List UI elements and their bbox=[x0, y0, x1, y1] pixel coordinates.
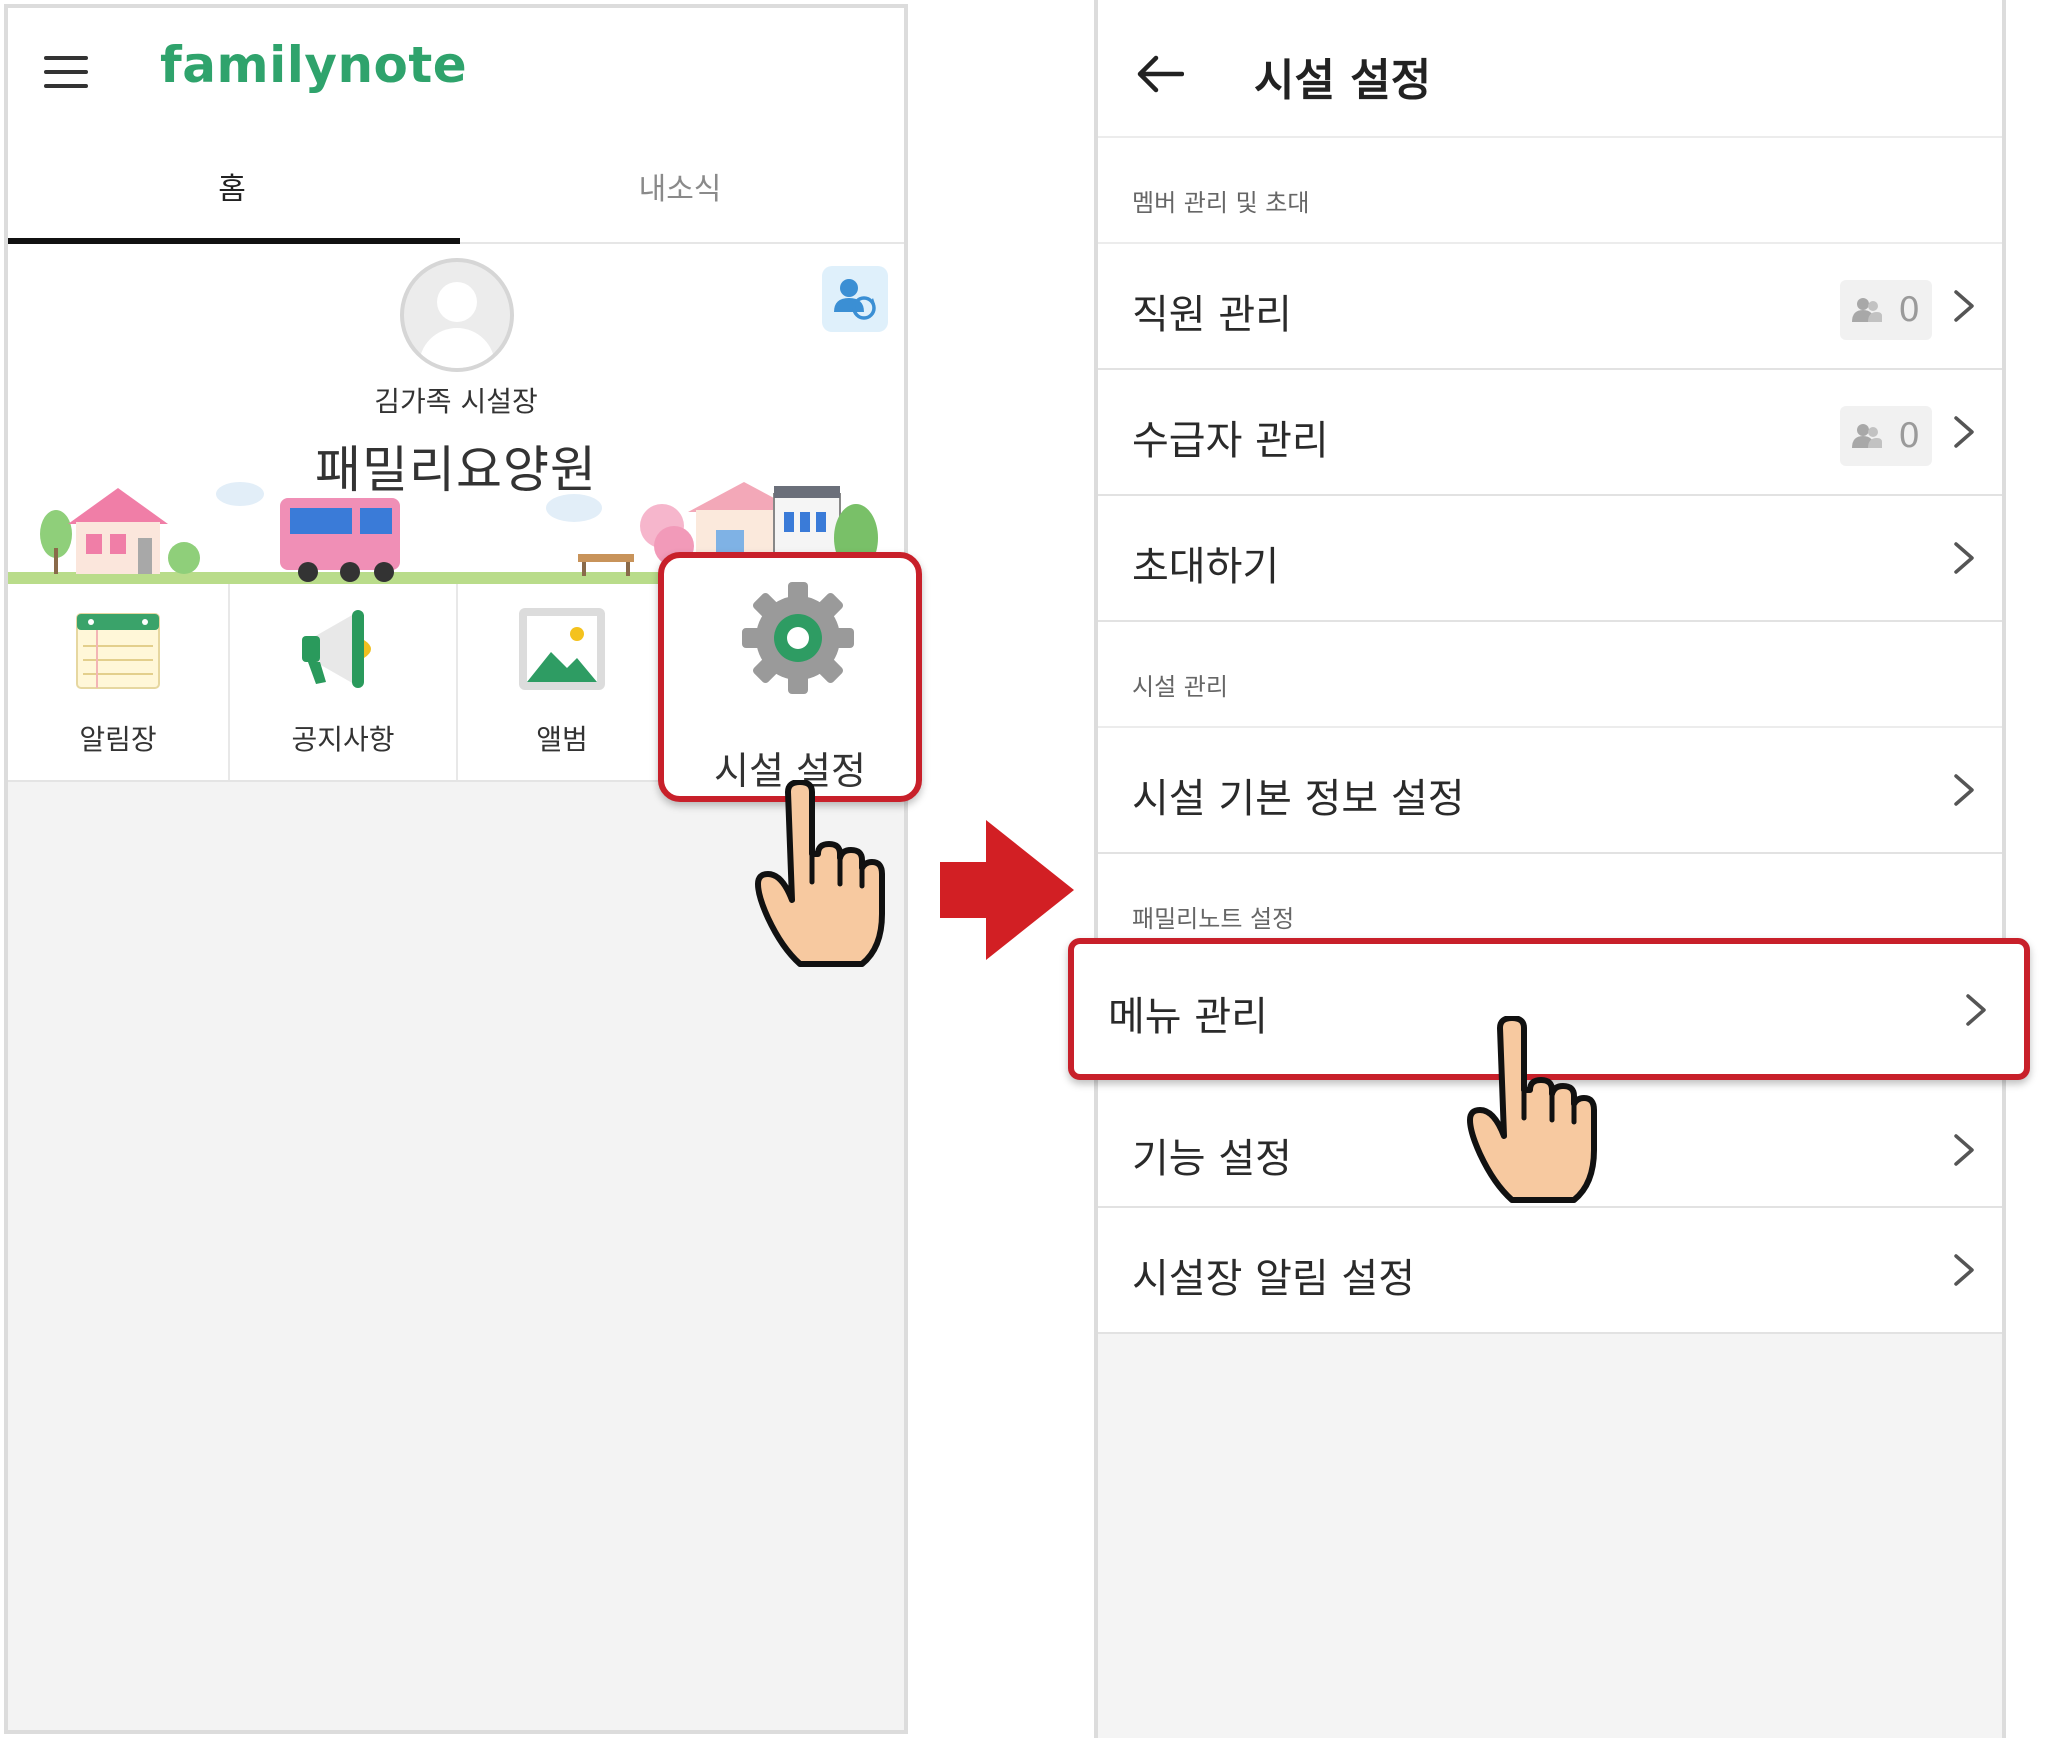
row-label: 수급자 관리 bbox=[1132, 418, 1329, 464]
settings-header: 시설 설정 bbox=[1098, 0, 2002, 138]
chevron-right-icon bbox=[1954, 1254, 1974, 1286]
tab-bar: 홈 내소식 bbox=[8, 138, 904, 244]
tab-my-news[interactable]: 내소식 bbox=[456, 138, 904, 242]
megaphone-icon bbox=[302, 610, 371, 688]
menu-album[interactable]: 앨범 bbox=[458, 584, 668, 780]
section-header-facility: 시설 관리 bbox=[1098, 622, 2002, 728]
row-label: 기능 설정 bbox=[1132, 1136, 1292, 1182]
chevron-right-icon bbox=[1954, 542, 1974, 574]
facility-basic-info-row[interactable]: 시설 기본 정보 설정 bbox=[1098, 728, 2002, 854]
app-logo: familynote bbox=[160, 36, 468, 94]
back-arrow-icon[interactable] bbox=[1136, 54, 1184, 94]
row-label: 초대하기 bbox=[1132, 544, 1280, 590]
menu-label: 공지사항 bbox=[291, 723, 395, 756]
notebook-icon bbox=[76, 613, 160, 689]
pointing-hand-icon bbox=[1467, 1016, 1597, 1203]
director-name: 김가족 시설장 bbox=[374, 385, 538, 418]
gear-icon bbox=[742, 582, 854, 694]
right-phone-screen: 시설 설정 멤버 관리 및 초대 직원 관리 0 수급자 관리 0 초대하기 시… bbox=[1094, 0, 2006, 1738]
staff-count-badge: 0 bbox=[1840, 280, 1932, 340]
chevron-right-icon bbox=[1954, 416, 1974, 448]
facility-settings-menu-button[interactable]: 시설 설정 bbox=[658, 552, 922, 802]
people-icon bbox=[1852, 298, 1882, 322]
menu-announcements[interactable]: 공지사항 bbox=[230, 584, 458, 780]
menu-notice-board[interactable]: 알림장 bbox=[8, 584, 230, 780]
chevron-right-icon bbox=[1954, 1134, 1974, 1166]
row-label: 메뉴 관리 bbox=[1108, 994, 1268, 1040]
menu-label: 앨범 bbox=[536, 723, 588, 756]
staff-management-row[interactable]: 직원 관리 0 bbox=[1098, 244, 2002, 370]
next-step-arrow-icon bbox=[940, 820, 1074, 960]
app-top-bar: familynote bbox=[8, 8, 904, 138]
chevron-right-icon bbox=[1966, 994, 1986, 1026]
row-label: 시설장 알림 설정 bbox=[1132, 1256, 1416, 1302]
people-icon bbox=[1852, 424, 1882, 448]
switch-account-icon[interactable] bbox=[822, 266, 888, 332]
director-notification-row[interactable]: 시설장 알림 설정 bbox=[1098, 1208, 2002, 1334]
menu-label: 알림장 bbox=[79, 723, 157, 756]
row-label: 시설 기본 정보 설정 bbox=[1132, 776, 1465, 822]
invite-row[interactable]: 초대하기 bbox=[1098, 496, 2002, 622]
section-header-members: 멤버 관리 및 초대 bbox=[1098, 138, 2002, 244]
recipient-management-row[interactable]: 수급자 관리 0 bbox=[1098, 370, 2002, 496]
hamburger-menu-icon[interactable] bbox=[44, 56, 88, 88]
photo-album-icon bbox=[519, 608, 605, 690]
recipient-count-badge: 0 bbox=[1840, 406, 1932, 466]
tab-home[interactable]: 홈 bbox=[8, 138, 456, 242]
chevron-right-icon bbox=[1954, 290, 1974, 322]
pointing-hand-icon bbox=[755, 780, 885, 967]
chevron-right-icon bbox=[1954, 774, 1974, 806]
page-title: 시설 설정 bbox=[1254, 55, 1432, 106]
avatar bbox=[400, 258, 514, 372]
row-label: 직원 관리 bbox=[1132, 292, 1292, 338]
